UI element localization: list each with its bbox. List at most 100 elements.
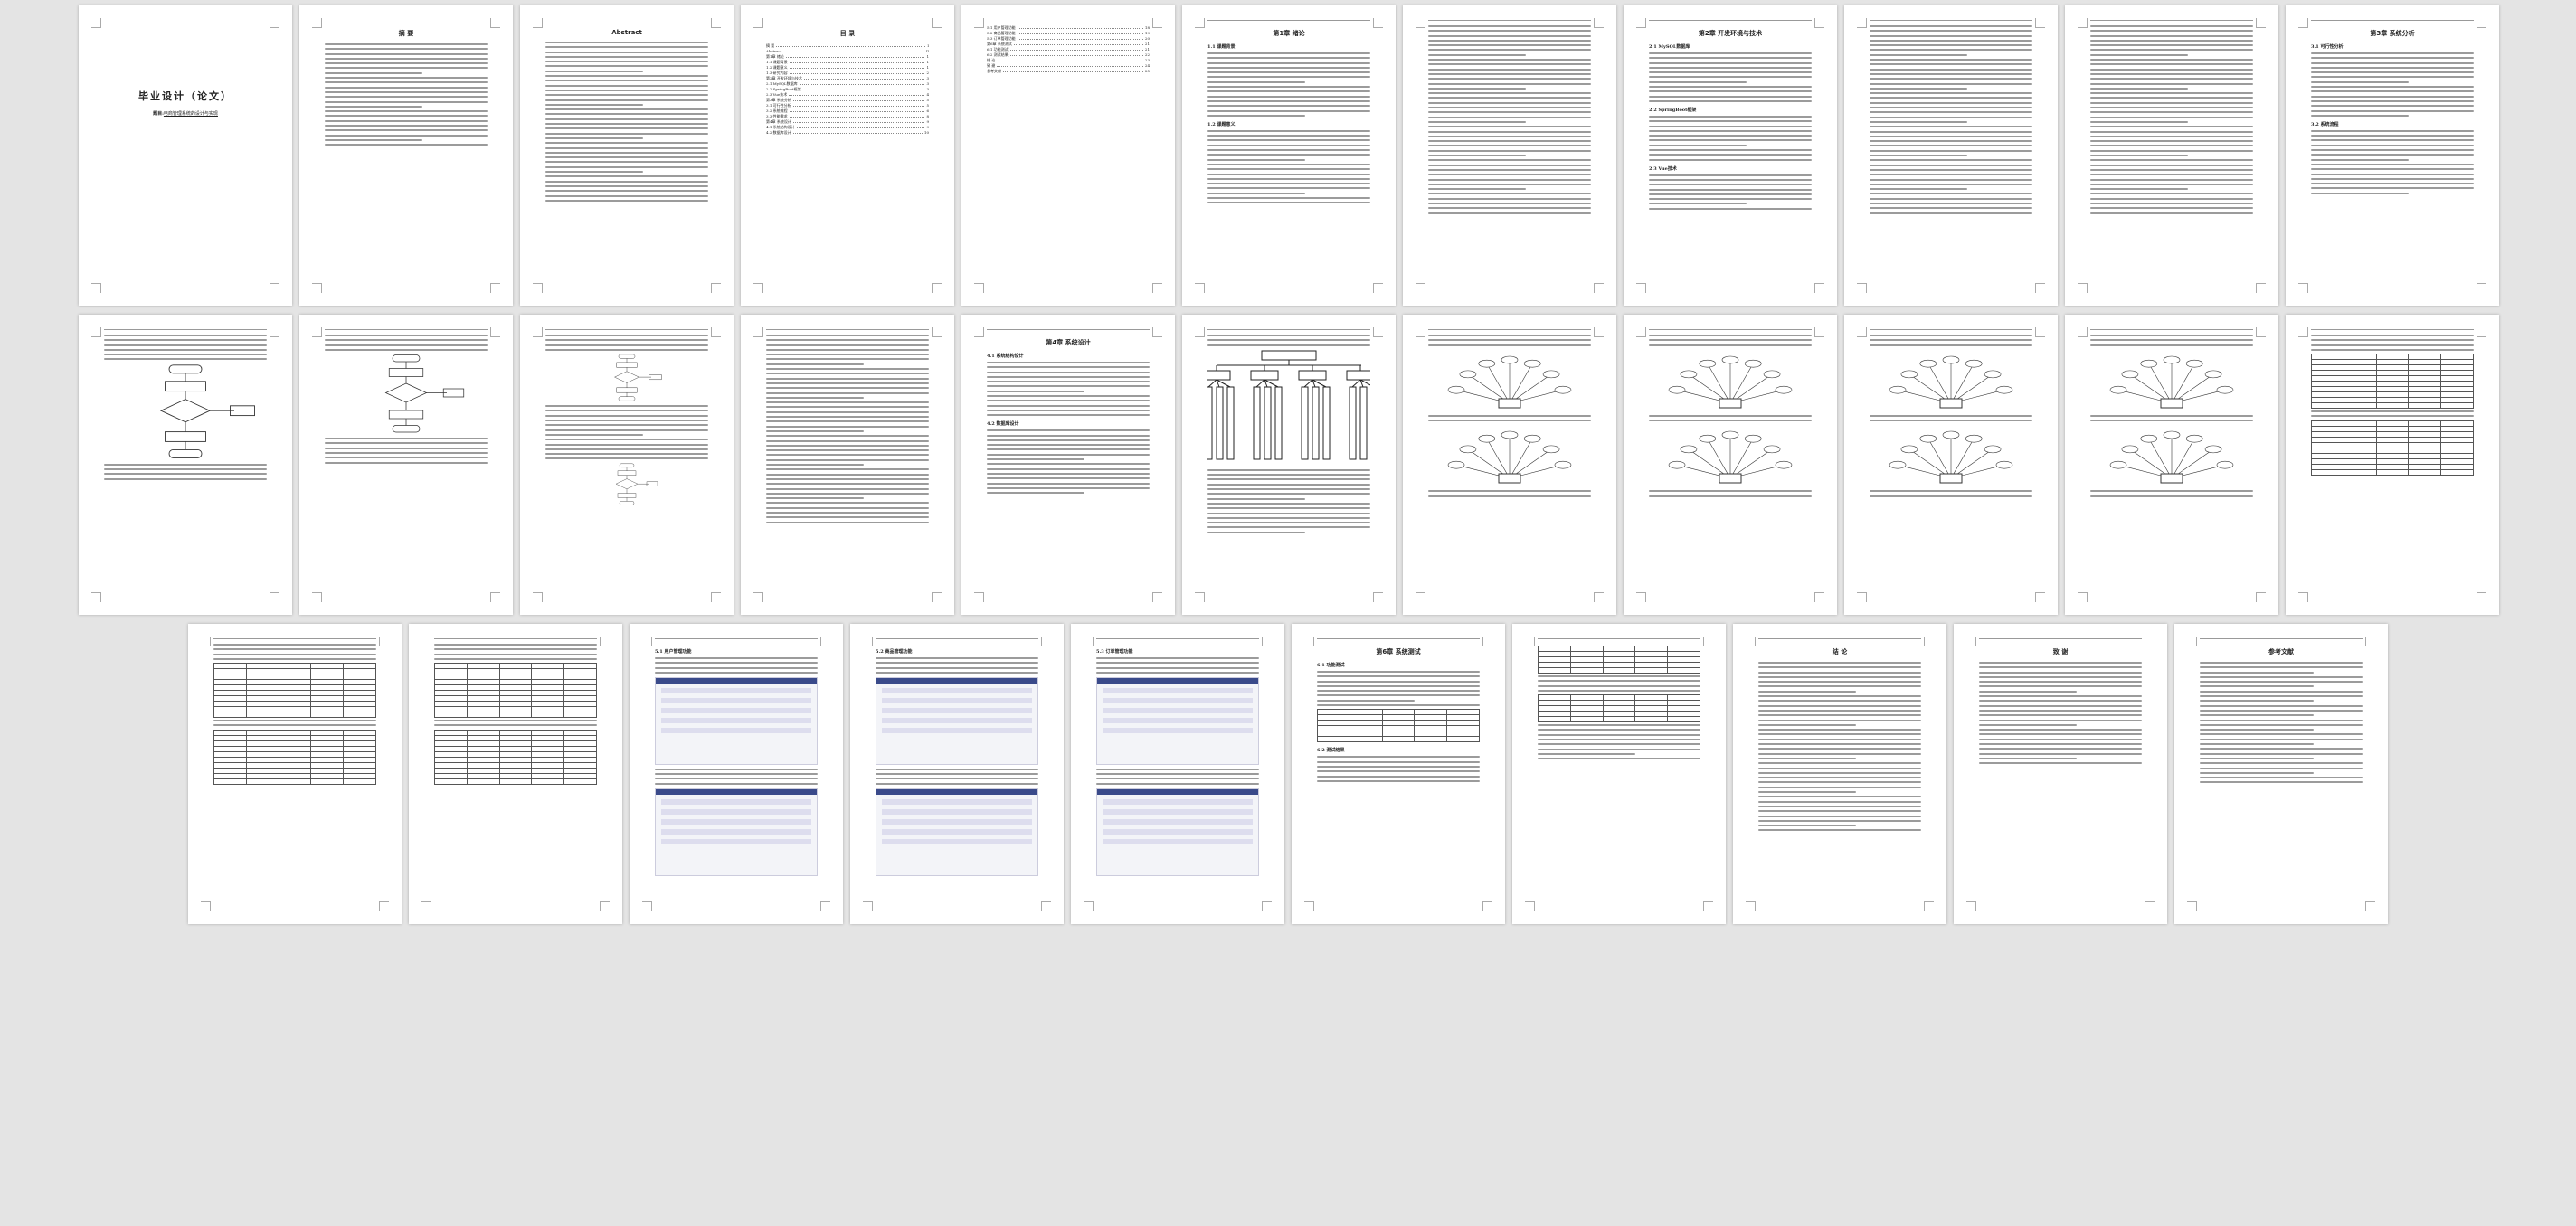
text-line: [545, 335, 708, 336]
text-line: [2090, 335, 2253, 336]
text-line: [325, 81, 488, 84]
page-header: [2090, 324, 2253, 330]
table-cell: [564, 778, 597, 785]
text-line: [1208, 531, 1305, 533]
text-line: [545, 70, 643, 72]
page-header: [2090, 14, 2253, 21]
text-line: [1649, 207, 1812, 210]
toc-leader: [789, 114, 925, 118]
text-line: [545, 443, 708, 446]
document-page[interactable]: [79, 315, 292, 615]
flow-decision: [384, 382, 428, 403]
er-attribute: [1763, 446, 1781, 454]
toc-entry[interactable]: 4.2 数据库设计 10: [766, 130, 929, 136]
document-page[interactable]: [520, 315, 734, 615]
page-content: [213, 644, 376, 901]
text-line: [766, 511, 929, 514]
document-page[interactable]: 第1章 绪论 1.1 课题背景 1.2 课题意义: [1182, 5, 1396, 306]
screenshot-row: [661, 697, 811, 703]
text-line: [1428, 107, 1591, 109]
document-page[interactable]: 5.1 用户管理功能 18 5.2 商品管理功能 19 5.3 订单管理功能 20 第6章 …: [961, 5, 1175, 306]
document-page[interactable]: 目 录摘 要 I Abstract II 第1章 绪论 1 1.1 课题背景 1 1.2 课题意…: [741, 5, 954, 306]
er-attribute: [1554, 461, 1572, 469]
text-line: [1428, 202, 1591, 204]
text-line: [2090, 39, 2253, 42]
document-page[interactable]: 5.1 用户管理功能: [630, 624, 843, 924]
document-page[interactable]: [1403, 5, 1616, 306]
document-page[interactable]: 致 谢: [1954, 624, 2167, 924]
flow-start: [619, 463, 635, 467]
er-entity: [1498, 473, 1521, 484]
table-cell: [1317, 736, 1350, 743]
text-line: [987, 404, 1150, 407]
table-cell: [1414, 736, 1448, 743]
document-page[interactable]: 第6章 系统测试 6.1 功能测试 6.2 测试结果: [1292, 624, 1505, 924]
flow-start: [392, 354, 421, 363]
text-line: [1428, 49, 1591, 52]
document-page[interactable]: Abstract: [520, 5, 734, 306]
text-line: [1649, 178, 1812, 181]
table-cell: [310, 778, 345, 785]
er-attribute: [2216, 461, 2234, 469]
crop-mark: [1857, 18, 1867, 28]
text-line: [1428, 495, 1591, 497]
text-line: [1649, 149, 1812, 152]
text-line: [987, 371, 1150, 373]
text-line: [987, 472, 1150, 475]
document-page[interactable]: 毕业设计（论文） 题目:电商管理系统的设计与实现: [79, 5, 292, 306]
chapter-title: 第3章 系统分析: [2370, 30, 2415, 37]
document-page[interactable]: [741, 315, 954, 615]
document-page[interactable]: [188, 624, 402, 924]
screenshot-row: [1103, 727, 1253, 733]
document-page[interactable]: 参考文献: [2174, 624, 2388, 924]
er-attribute: [1523, 359, 1541, 368]
document-page[interactable]: [2286, 315, 2499, 615]
crop-mark: [91, 18, 101, 28]
crop-mark: [1746, 637, 1756, 646]
text-line: [325, 86, 488, 89]
text-line: [987, 492, 1084, 495]
flowchart: [615, 463, 658, 505]
document-page[interactable]: 第2章 开发环境与技术 2.1 MySQL数据库 2.2 SpringBoot框架 2…: [1624, 5, 1837, 306]
document-page[interactable]: 第4章 系统设计 4.1 系统结构设计 4.2 数据库设计: [961, 315, 1175, 615]
table-cell: [2408, 402, 2442, 410]
text-line: [545, 429, 708, 431]
text-line: [545, 448, 708, 450]
crop-mark: [1857, 327, 1867, 337]
crop-mark: [1525, 901, 1535, 911]
toc-leader: [789, 65, 925, 69]
text-line: [1428, 149, 1591, 152]
tree-leaf: [1359, 386, 1368, 460]
document-page[interactable]: 结 论: [1733, 624, 1946, 924]
text-line: [2311, 348, 2474, 351]
document-page[interactable]: [299, 315, 513, 615]
text-line: [213, 724, 376, 727]
text-line: [1870, 135, 2032, 137]
text-line: [1870, 111, 2032, 114]
entity-attribute-diagram: [1668, 355, 1793, 409]
entity-attribute-diagram: [2109, 431, 2234, 484]
document-page[interactable]: [2065, 315, 2278, 615]
crop-mark: [533, 592, 543, 602]
document-page[interactable]: [2065, 5, 2278, 306]
document-page[interactable]: [1844, 315, 2058, 615]
toc-entry[interactable]: 参考文献 25: [987, 69, 1150, 74]
document-page[interactable]: [1624, 315, 1837, 615]
entity-attribute-diagram: [2109, 355, 2234, 409]
document-page[interactable]: 5.3 订单管理功能: [1071, 624, 1284, 924]
document-page[interactable]: 5.2 商品管理功能: [850, 624, 1064, 924]
text-line: [2090, 30, 2253, 33]
er-attribute: [1478, 435, 1496, 443]
document-page[interactable]: [1403, 315, 1616, 615]
text-line: [1428, 126, 1591, 128]
document-page[interactable]: 第3章 系统分析 3.1 可行性分析 3.2 系统流程: [2286, 5, 2499, 306]
text-line: [325, 57, 488, 60]
document-page[interactable]: [409, 624, 622, 924]
document-page[interactable]: [1512, 624, 1726, 924]
document-page[interactable]: [1844, 5, 2058, 306]
document-page[interactable]: 摘 要: [299, 5, 513, 306]
text-line: [876, 773, 1038, 776]
text-line: [655, 671, 818, 674]
crop-mark: [2365, 901, 2375, 911]
document-page[interactable]: [1182, 315, 1396, 615]
